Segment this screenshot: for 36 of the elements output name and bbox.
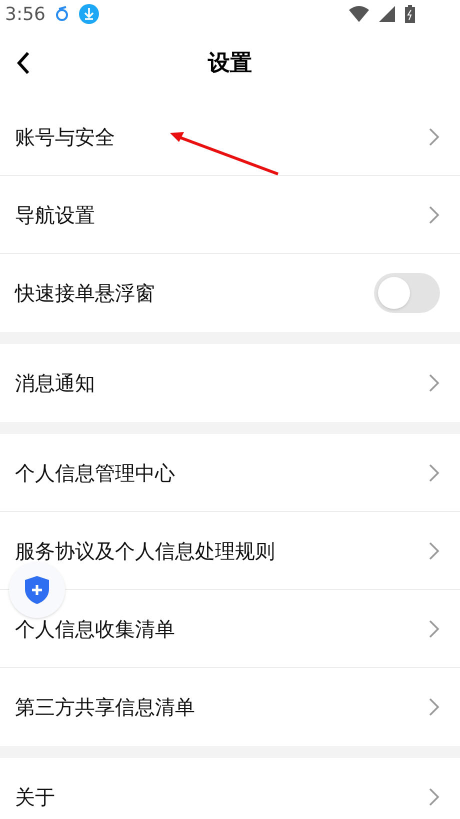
- settings-row[interactable]: 消息通知: [0, 344, 460, 422]
- chevron-right-icon: [428, 462, 440, 482]
- battery-icon: [405, 5, 415, 23]
- row-label: 个人信息管理中心: [15, 460, 175, 486]
- shield-plus-icon: [24, 575, 50, 605]
- row-label: 第三方共享信息清单: [15, 694, 195, 721]
- row-label: 导航设置: [15, 202, 95, 228]
- back-icon: [16, 51, 30, 75]
- row-label: 服务协议及个人信息处理规则: [15, 538, 275, 564]
- app-notification-icon: [55, 6, 70, 22]
- page-title: 设置: [208, 50, 252, 78]
- status-time: 3:56: [5, 2, 46, 26]
- row-label: 关于: [15, 784, 55, 811]
- chevron-right-icon: [428, 697, 440, 717]
- chevron-right-icon: [428, 126, 440, 146]
- download-icon: [79, 4, 100, 24]
- chevron-right-icon: [428, 540, 440, 560]
- row-label: 个人信息收集清单: [15, 616, 175, 642]
- chevron-right-icon: [428, 618, 440, 638]
- row-label: 消息通知: [15, 370, 95, 397]
- settings-row[interactable]: 快速接单悬浮窗: [0, 254, 460, 332]
- settings-row[interactable]: 服务协议及个人信息处理规则: [0, 512, 460, 590]
- settings-row[interactable]: 账号与安全: [0, 98, 460, 176]
- chevron-right-icon: [428, 787, 440, 807]
- chevron-right-icon: [428, 373, 440, 393]
- chevron-right-icon: [428, 204, 440, 224]
- wifi-icon: [349, 6, 369, 22]
- settings-row[interactable]: 个人信息收集清单: [0, 590, 460, 668]
- settings-row[interactable]: 第三方共享信息清单: [0, 668, 460, 746]
- settings-row[interactable]: 个人信息管理中心: [0, 434, 460, 512]
- settings-row[interactable]: 关于: [0, 758, 460, 819]
- settings-row[interactable]: 导航设置: [0, 176, 460, 254]
- row-label: 账号与安全: [15, 124, 115, 150]
- toggle-switch[interactable]: [374, 273, 440, 313]
- row-label: 快速接单悬浮窗: [15, 280, 155, 307]
- signal-icon: [379, 6, 395, 22]
